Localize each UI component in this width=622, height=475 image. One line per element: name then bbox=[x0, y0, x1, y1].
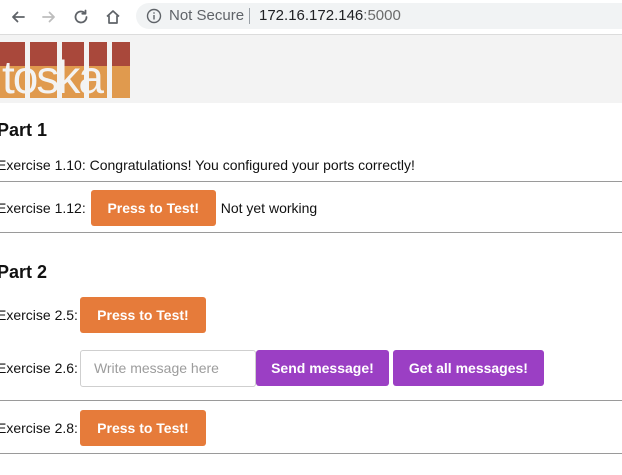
exercise-2-8-row: Exercise 2.8: Press to Test! bbox=[0, 410, 206, 446]
exercise-1-10-row: Exercise 1.10: Congratulations! You conf… bbox=[0, 156, 415, 174]
reload-icon bbox=[74, 9, 88, 24]
exercise-1-12-test-button[interactable]: Press to Test! bbox=[90, 190, 216, 226]
url-port: :5000 bbox=[363, 7, 401, 24]
home-icon bbox=[106, 10, 120, 24]
url-host: 172.16.172.146 bbox=[259, 7, 364, 24]
send-message-button[interactable]: Send message! bbox=[255, 350, 389, 386]
home-button[interactable] bbox=[103, 7, 123, 27]
toska-logo: toska bbox=[0, 42, 130, 98]
get-all-messages-button[interactable]: Get all messages! bbox=[392, 350, 544, 386]
message-input[interactable] bbox=[79, 349, 256, 387]
address-divider bbox=[249, 8, 250, 24]
logo-text: toska bbox=[2, 51, 104, 98]
url-text[interactable]: 172.16.172.146:5000 bbox=[259, 7, 401, 24]
exercise-2-6-label: Exercise 2.6: bbox=[0, 360, 78, 376]
exercise-2-8-test-button[interactable]: Press to Test! bbox=[79, 410, 206, 446]
divider bbox=[0, 453, 622, 454]
part2-heading: Part 2 bbox=[0, 262, 48, 282]
exercise-1-12-row: Exercise 1.12: Press to Test! Not yet wo… bbox=[0, 190, 317, 226]
exercise-2-5-row: Exercise 2.5: Press to Test! bbox=[0, 297, 206, 333]
divider bbox=[0, 400, 622, 401]
forward-button[interactable] bbox=[39, 7, 59, 27]
exercise-1-12-status: Not yet working bbox=[220, 200, 318, 216]
forward-arrow-icon bbox=[42, 11, 55, 23]
exercise-2-5-test-button[interactable]: Press to Test! bbox=[79, 297, 206, 333]
exercise-1-12-label: Exercise 1.12: bbox=[0, 200, 86, 216]
part1-heading: Part 1 bbox=[0, 120, 48, 140]
exercise-2-6-row: Exercise 2.6: Send message! Get all mess… bbox=[0, 349, 544, 387]
security-label: Not Secure bbox=[169, 7, 245, 24]
exercise-2-8-label: Exercise 2.8: bbox=[0, 420, 78, 436]
exercise-2-5-label: Exercise 2.5: bbox=[0, 307, 78, 323]
info-icon[interactable] bbox=[146, 8, 162, 24]
address-bar[interactable]: Not Secure 172.16.172.146:5000 bbox=[136, 3, 622, 29]
divider bbox=[0, 232, 622, 233]
divider bbox=[0, 181, 622, 182]
back-arrow-icon bbox=[12, 11, 25, 23]
browser-toolbar: Not Secure 172.16.172.146:5000 bbox=[0, 0, 622, 35]
reload-button[interactable] bbox=[71, 7, 91, 27]
site-header: toska bbox=[0, 35, 622, 103]
back-button[interactable] bbox=[8, 7, 28, 27]
exercise-1-10-text: Exercise 1.10: Congratulations! You conf… bbox=[0, 157, 415, 173]
